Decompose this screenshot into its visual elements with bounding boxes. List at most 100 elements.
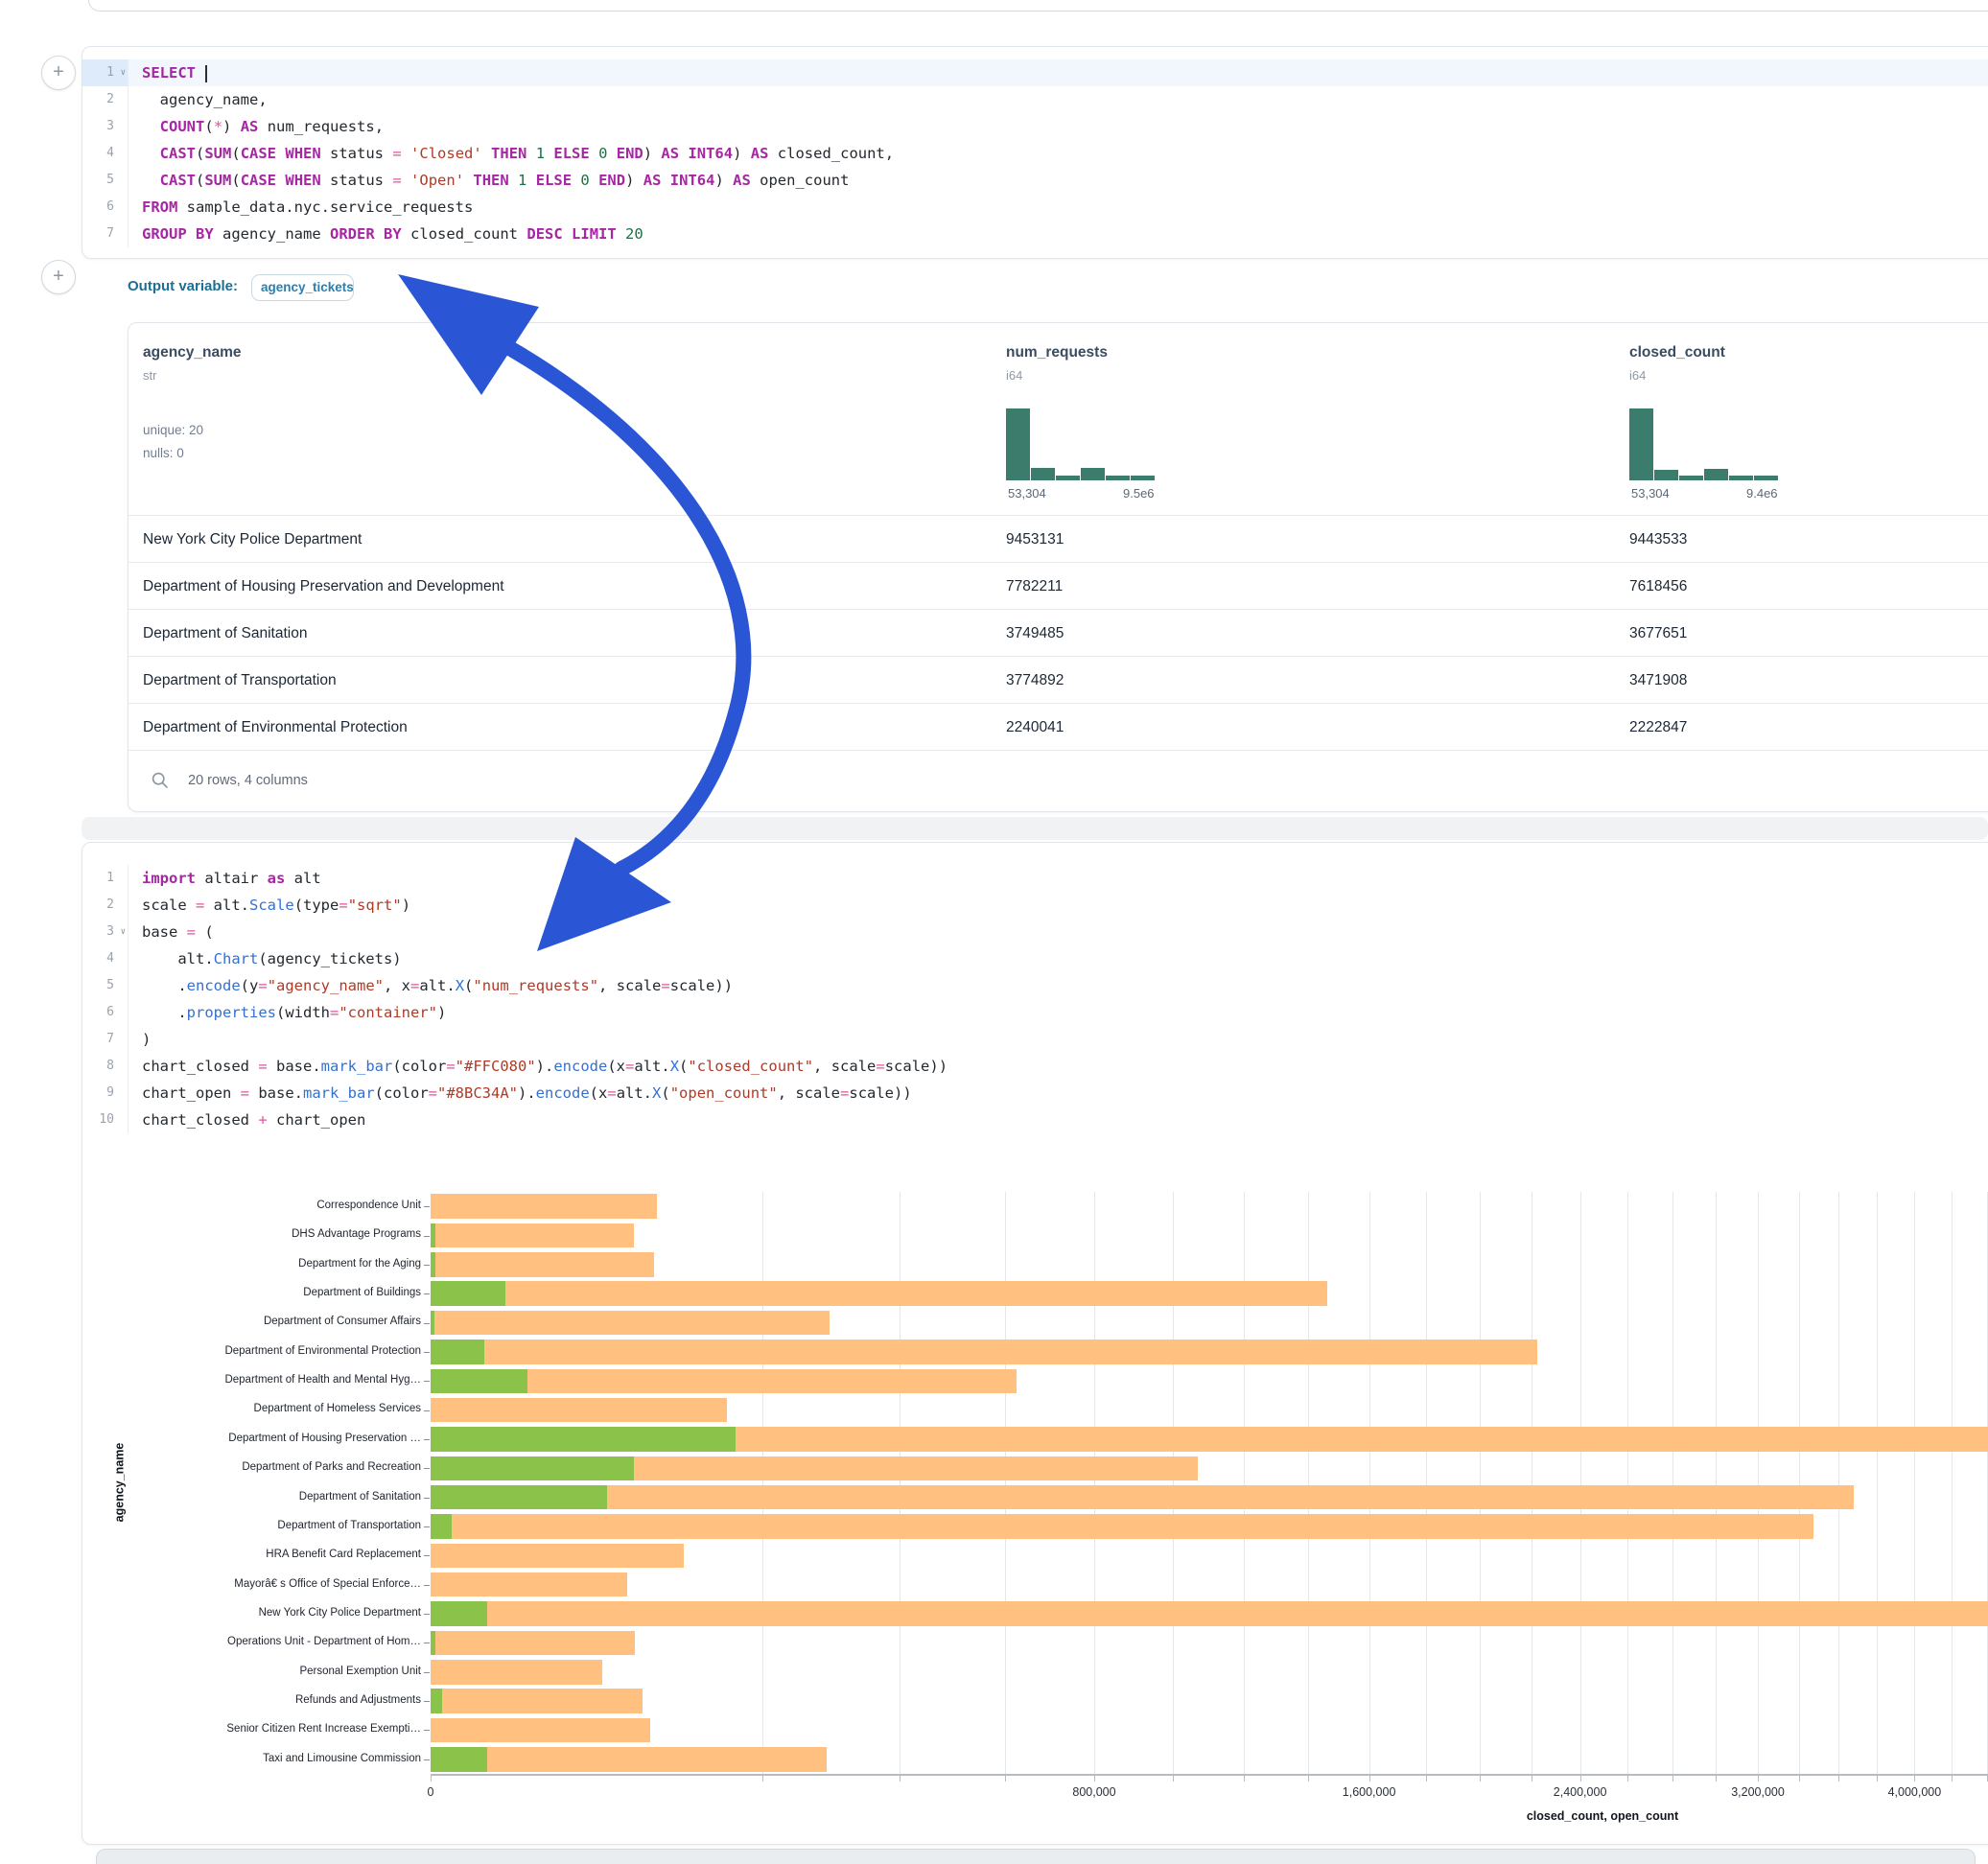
token: (agency_tickets) [258, 950, 401, 967]
token: CAST [160, 145, 196, 162]
search-icon[interactable] [152, 772, 169, 793]
token: 0 [580, 172, 589, 189]
y-axis-tick [424, 1555, 430, 1556]
code-line[interactable]: 4 alt.Chart(agency_tickets) [82, 945, 1988, 972]
column-name: agency_name [143, 344, 661, 361]
code-line[interactable]: 7GROUP BY agency_name ORDER BY closed_co… [82, 221, 1988, 247]
token: AS [241, 118, 259, 135]
token: = [429, 1084, 437, 1102]
x-axis-tick [762, 1776, 763, 1782]
code-text: COUNT(*) AS num_requests, [129, 113, 384, 140]
python-editor[interactable]: 1import altair as alt2scale = alt.Scale(… [82, 865, 1988, 1133]
token: THEN [473, 172, 508, 189]
code-line[interactable]: 1import altair as alt [82, 865, 1988, 892]
code-line[interactable]: 1∨SELECT [82, 59, 1988, 86]
token: chart_open [142, 1084, 241, 1102]
token: ) [402, 897, 410, 914]
y-axis-tick [424, 1498, 430, 1499]
token: , scale [598, 977, 661, 994]
token: INT64 [688, 145, 733, 162]
code-line[interactable]: 6FROM sample_data.nyc.service_requests [82, 194, 1988, 221]
code-line[interactable]: 8chart_closed = base.mark_bar(color="#FF… [82, 1053, 1988, 1080]
table-cell: 9443533 [1629, 516, 1687, 563]
column-header[interactable]: agency_namestrunique: 20nulls: 0 [143, 344, 661, 383]
bar-open-count [431, 1340, 484, 1364]
token: ) [714, 172, 733, 189]
code-text: GROUP BY agency_name ORDER BY closed_cou… [129, 221, 643, 247]
code-line[interactable]: 2scale = alt.Scale(type="sqrt") [82, 892, 1988, 919]
token [142, 118, 160, 135]
token: , scale [813, 1058, 876, 1075]
histogram-min-label: 53,304 [1008, 486, 1046, 501]
code-line[interactable]: 10chart_closed + chart_open [82, 1107, 1988, 1133]
token: 'Closed' [410, 145, 482, 162]
token: SUM [204, 172, 231, 189]
y-axis-tick [424, 1759, 430, 1760]
bar-open-count [431, 1223, 435, 1248]
histogram-min-label: 53,304 [1631, 486, 1670, 501]
code-line[interactable]: 4 CAST(SUM(CASE WHEN status = 'Closed' T… [82, 140, 1988, 167]
token: ) [222, 118, 241, 135]
token: DESC [526, 225, 562, 243]
token: agency_name, [142, 91, 268, 108]
line-number: 1 [82, 865, 129, 892]
token: ELSE [536, 172, 572, 189]
bar-closed-count [431, 1514, 1813, 1539]
token: = [392, 145, 401, 162]
token: "open_count" [670, 1084, 778, 1102]
histogram-bar [1131, 476, 1155, 480]
y-axis-tick [424, 1439, 430, 1440]
column-header[interactable]: num_requestsi6453,3049.5e6 [1006, 344, 1524, 383]
token: ORDER [330, 225, 375, 243]
code-line[interactable]: 5 .encode(y="agency_name", x=alt.X("num_… [82, 972, 1988, 999]
table-cell: 3471908 [1629, 657, 1687, 704]
code-line[interactable]: 6 .properties(width="container") [82, 999, 1988, 1026]
code-line[interactable]: 3 COUNT(*) AS num_requests, [82, 113, 1988, 140]
sql-editor[interactable]: 1∨SELECT 2 agency_name,3 COUNT(*) AS num… [82, 59, 1988, 247]
token: = [392, 172, 401, 189]
next-cell-edge [96, 1849, 1976, 1864]
notebook-page: + + 1∨SELECT 2 agency_name,3 COUNT(*) AS… [0, 0, 1988, 1864]
code-line[interactable]: 5 CAST(SUM(CASE WHEN status = 'Open' THE… [82, 167, 1988, 194]
gridline [1580, 1192, 1581, 1774]
line-number: 5 [82, 972, 129, 999]
add-cell-button[interactable]: + [41, 56, 76, 90]
token: SUM [204, 145, 231, 162]
column-header[interactable]: closed_counti6453,3049.4e6 [1629, 344, 1988, 383]
y-axis-label: Operations Unit - Department of Hom… [121, 1636, 421, 1647]
token: "num_requests" [473, 977, 598, 994]
column-type: i64 [1629, 368, 1988, 383]
fold-chevron-icon[interactable]: ∨ [121, 59, 126, 86]
token: 'Open' [410, 172, 464, 189]
y-axis-tick [424, 1585, 430, 1586]
histogram-bar [1106, 476, 1130, 480]
token [545, 145, 553, 162]
bar-closed-count [431, 1573, 627, 1597]
token: ( [464, 977, 473, 994]
histogram-bar [1754, 476, 1778, 480]
code-line[interactable]: 3∨base = ( [82, 919, 1988, 945]
code-line[interactable]: 7) [82, 1026, 1988, 1053]
row-count-label: 20 rows, 4 columns [188, 773, 308, 788]
code-line[interactable]: 2 agency_name, [82, 86, 1988, 113]
code-text: chart_closed = base.mark_bar(color="#FFC… [129, 1053, 947, 1080]
histogram-max-label: 9.5e6 [1123, 486, 1155, 501]
line-number: 8 [82, 1053, 129, 1080]
code-text: .properties(width="container") [129, 999, 446, 1026]
gridline [762, 1192, 763, 1774]
x-axis-tick-label: 0 [373, 1785, 488, 1799]
code-text: SELECT [129, 59, 207, 86]
token: (x [590, 1084, 608, 1102]
table-cell: 7782211 [1006, 563, 1063, 610]
add-cell-button[interactable]: + [41, 260, 76, 294]
token: Scale [249, 897, 294, 914]
token: X [670, 1058, 679, 1075]
token: ( [196, 145, 204, 162]
fold-chevron-icon[interactable]: ∨ [121, 919, 126, 945]
token [464, 172, 473, 189]
table-cell: 7618456 [1629, 563, 1687, 610]
output-variable-pill[interactable]: agency_tickets [251, 274, 354, 301]
code-line[interactable]: 9chart_open = base.mark_bar(color="#8BC3… [82, 1080, 1988, 1107]
gridline [1672, 1192, 1673, 1774]
table-cell: 2222847 [1629, 704, 1687, 751]
